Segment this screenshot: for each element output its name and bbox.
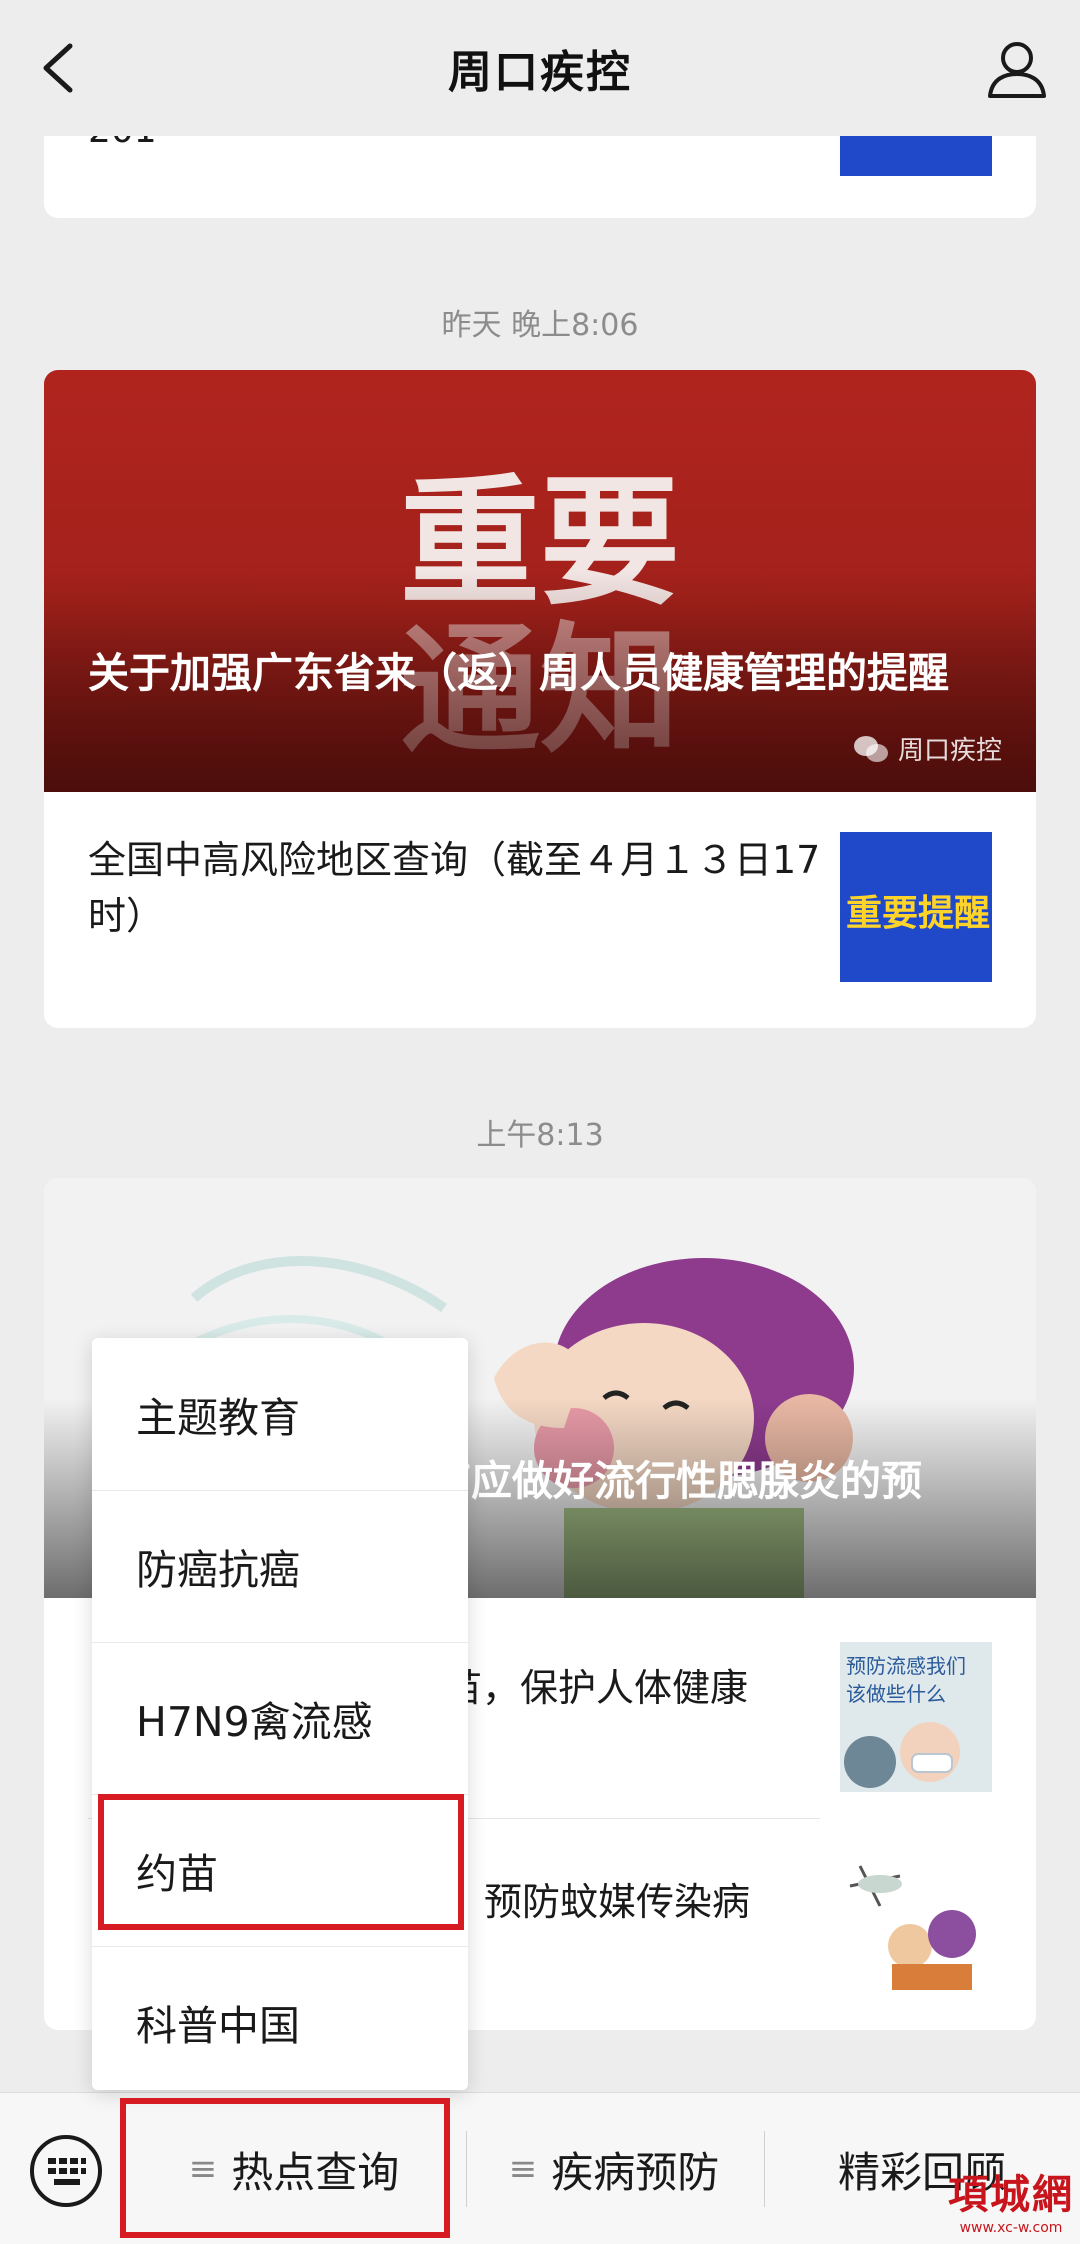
message-timestamp: 上午8:13 — [476, 1118, 604, 1153]
article-thumbnail: 重要提醒 — [840, 832, 992, 982]
chevron-left-icon[interactable] — [30, 36, 90, 100]
watermark-logo: 項城網 — [948, 2171, 1074, 2218]
page-title: 周口疾控 — [448, 47, 632, 98]
menu-tab-label: 疾病预防 — [551, 2147, 720, 2197]
keyboard-icon[interactable] — [28, 2133, 104, 2209]
site-watermark: 項城網 www.xc-w.com — [948, 2162, 1074, 2236]
hero-source: 周口疾控 — [852, 730, 1002, 767]
message-timestamp: 昨天 晚上8:06 — [441, 308, 639, 343]
user-icon[interactable] — [982, 34, 1052, 104]
hero-source-label: 周口疾控 — [897, 736, 1002, 766]
article-title: 预防蚊媒传染病 — [484, 1880, 751, 1924]
submenu-popup: 主题教育 防癌抗癌 H7N9禽流感 约苗 科普中国 — [92, 1338, 468, 2090]
article-thumbnail: 预防流感我们 该做些什么 — [840, 1642, 992, 1792]
mosquito-illustration — [849, 1865, 976, 1990]
thumbnail-text: 重要提醒 — [846, 893, 991, 934]
menu-lines-icon: ≡ — [508, 2149, 538, 2189]
nav-header: 周口疾控 — [0, 0, 1080, 136]
menu-item-h7n9[interactable]: H7N9禽流感 — [92, 1642, 468, 1794]
menu-tab-disease-prevention[interactable]: ≡ 疾病预防 — [466, 2093, 762, 2244]
menu-item-anti-cancer[interactable]: 防癌抗癌 — [92, 1490, 468, 1642]
highlight-box-menu-item — [98, 1794, 464, 1930]
highlight-box-tab — [120, 2098, 450, 2238]
article-card-group: 重要 通知 关于加强广东省来（返）周人员健康管理的提醒 周口疾控 全国中高风险地… — [44, 370, 1036, 1028]
article-thumbnail — [840, 1846, 992, 1996]
article-title: 全国中高风险地区查询（截至４月１３日17时） — [88, 838, 821, 938]
article-row[interactable]: 全国中高风险地区查询（截至４月１３日17时） 重要提醒 — [44, 792, 1036, 982]
article-hero[interactable]: 重要 通知 关于加强广东省来（返）周人员健康管理的提醒 周口疾控 — [44, 370, 1036, 792]
menu-item-science-china[interactable]: 科普中国 — [92, 1946, 468, 2098]
hero-title: 关于加强广东省来（返）周人员健康管理的提醒 — [88, 649, 949, 697]
article-title: 苗，保护人体健康 — [444, 1666, 749, 1710]
watermark-url: www.xc-w.com — [959, 2220, 1063, 2236]
wechat-icon — [853, 735, 888, 762]
hero-title: 节应做好流行性腮腺炎的预 — [430, 1457, 922, 1505]
child-mask-illustration — [844, 1722, 960, 1788]
menu-item-topic-education[interactable]: 主题教育 — [92, 1338, 468, 1490]
